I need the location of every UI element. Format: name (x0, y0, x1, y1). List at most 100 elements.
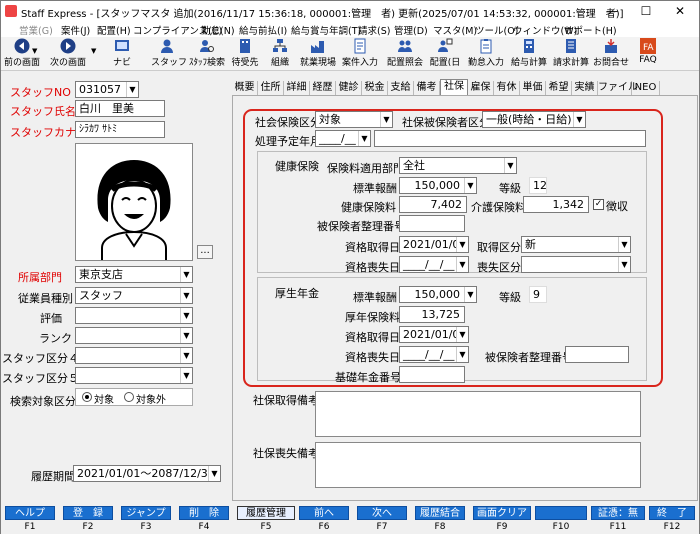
chevron-down-icon[interactable]: ▼ (180, 308, 192, 323)
close-button[interactable]: ✕ (663, 1, 697, 21)
people-icon (398, 40, 412, 52)
factory-icon (311, 41, 324, 53)
staff-no-field[interactable]: 031057 ▼ (75, 81, 139, 98)
tab-employment-insurance[interactable]: 雇保 (468, 81, 494, 95)
tab-overview[interactable]: 概要 (232, 81, 258, 95)
f10-button[interactable] (535, 506, 587, 520)
type-select[interactable]: スタッフ ▼ (75, 287, 193, 304)
photo-browse-button[interactable]: ... (197, 245, 213, 259)
clipboard-icon (480, 39, 492, 54)
rank-select[interactable]: ▼ (75, 327, 193, 344)
tab-social-insurance[interactable]: 社保 (440, 79, 468, 95)
chevron-down-icon[interactable]: ▼ (180, 328, 192, 343)
search-target-off-radio[interactable] (124, 392, 134, 402)
tab-paid-leave[interactable]: 有休 (494, 81, 520, 95)
menu-billing[interactable]: 請求(S) (358, 23, 390, 37)
chevron-down-icon[interactable]: ▼ (180, 267, 192, 282)
next-screen-button[interactable]: 次の画面 (47, 38, 89, 70)
screen-clear-button[interactable]: 画面クリア (473, 506, 531, 520)
tab-address[interactable]: 住所 (258, 81, 284, 95)
next-record-button[interactable]: 次へ (357, 506, 407, 520)
menu-bar: 営業(G) 案件(J) 配置(H) コンプライアンス(C) 勤怠(N) 給与前払… (1, 21, 699, 37)
menu-support[interactable]: サポート(H) (564, 23, 617, 37)
org-button[interactable]: 組織 (267, 38, 293, 70)
f12-label: F12 (663, 522, 681, 532)
app-icon (5, 5, 17, 17)
minimize-button[interactable]: — (595, 1, 629, 21)
shaho-shutoku-biko-textarea[interactable] (315, 391, 641, 437)
staff-name-field[interactable]: 白川 里美 (75, 100, 165, 117)
menu-master[interactable]: マスタ(M) (433, 23, 477, 37)
back-arrow-icon (14, 38, 30, 54)
hire-button[interactable]: 待受先 (229, 38, 261, 70)
navi-button[interactable]: ナビ (109, 38, 135, 70)
menu-assign[interactable]: 配置(H) (97, 23, 131, 37)
menu-payroll[interactable]: 給与賞与年調(T) (291, 23, 361, 37)
delete-button[interactable]: 削 除 (179, 506, 229, 520)
staff-kubun5-select[interactable]: ▼ (75, 367, 193, 384)
mail-inbox-icon (605, 39, 617, 53)
chevron-down-icon[interactable]: ▼ (208, 466, 220, 481)
tab-tax[interactable]: 税金 (362, 81, 388, 95)
dept-select[interactable]: 東京支店 ▼ (75, 266, 193, 283)
staff-kubun5-label: スタッフ区分５ (2, 372, 79, 385)
case-input-button[interactable]: 案件入力 (341, 38, 379, 70)
next-dropdown-icon[interactable]: ▼ (91, 47, 96, 55)
prev-record-button[interactable]: 前へ (299, 506, 349, 520)
f1-label: F1 (24, 522, 36, 532)
maximize-button[interactable]: ☐ (629, 1, 663, 21)
contact-button[interactable]: お問合せ (591, 38, 631, 70)
f9-label: F9 (496, 522, 508, 532)
menu-attendance[interactable]: 勤怠(N) (201, 23, 235, 37)
register-button[interactable]: 登 録 (63, 506, 113, 520)
type-label: 従業員種別 (18, 292, 73, 305)
prev-dropdown-icon[interactable]: ▼ (32, 47, 37, 55)
f11-label: F11 (609, 522, 627, 532)
tab-neo[interactable]: NEO (632, 81, 660, 95)
tab-unit-price[interactable]: 単価 (520, 81, 546, 95)
voucher-button[interactable]: 証憑：無 (591, 506, 645, 520)
f4-label: F4 (198, 522, 210, 532)
attendance-input-button[interactable]: 勤怠入力 (468, 38, 504, 70)
tab-wish[interactable]: 希望 (546, 81, 572, 95)
site-button[interactable]: 就業現場 (299, 38, 337, 70)
assign-day-button[interactable]: 配置(日 (427, 38, 463, 70)
tab-file[interactable]: ファイル (598, 81, 638, 95)
bill-calc-button[interactable]: 請求計算 (551, 38, 591, 70)
tab-payment[interactable]: 支給 (388, 81, 414, 95)
chevron-down-icon[interactable]: ▼ (126, 82, 138, 97)
faq-button[interactable]: FA FAQ (637, 38, 659, 70)
search-target-on-radio[interactable] (82, 392, 92, 402)
history-merge-button[interactable]: 履歴結合 (415, 506, 465, 520)
tab-checkup[interactable]: 健診 (336, 81, 362, 95)
staff-search-button[interactable]: ｽﾀｯﾌ検索 (189, 38, 225, 70)
eval-select[interactable]: ▼ (75, 307, 193, 324)
staff-button[interactable]: スタッフ (151, 38, 187, 70)
staff-kubun4-label: スタッフ区分４ (2, 352, 79, 365)
tab-career[interactable]: 経歴 (310, 81, 336, 95)
staff-kana-label: スタッフカナ (10, 126, 76, 139)
f3-label: F3 (140, 522, 152, 532)
menu-admin[interactable]: 管理(D) (394, 23, 428, 37)
jump-button[interactable]: ジャンプ (121, 506, 171, 520)
pay-calc-button[interactable]: 給与計算 (509, 38, 549, 70)
staff-kana-field[interactable]: ｼﾗｶﾜ ｻﾄﾐ (75, 121, 165, 138)
history-manage-button[interactable]: 履歴管理 (237, 506, 295, 520)
chevron-down-icon[interactable]: ▼ (180, 348, 192, 363)
tab-notes[interactable]: 備考 (414, 81, 440, 95)
chevron-down-icon[interactable]: ▼ (180, 288, 192, 303)
menu-advance[interactable]: 給与前払(I) (239, 23, 287, 37)
dept-label: 所属部門 (18, 271, 62, 284)
menu-sales[interactable]: 営業(G) (19, 23, 53, 37)
shaho-soshitsu-biko-textarea[interactable] (315, 442, 641, 488)
exit-button[interactable]: 終 了 (649, 506, 695, 520)
menu-case[interactable]: 案件(J) (61, 23, 90, 37)
tab-record[interactable]: 実績 (572, 81, 598, 95)
assign-query-button[interactable]: 配置照会 (385, 38, 425, 70)
staff-kubun4-select[interactable]: ▼ (75, 347, 193, 364)
chevron-down-icon[interactable]: ▼ (180, 368, 192, 383)
history-period-select[interactable]: 2021/01/01～2087/12/31 ▼ (73, 465, 221, 482)
help-button[interactable]: ヘルプ (5, 506, 55, 520)
menu-tools[interactable]: ツール(O) (475, 23, 518, 37)
tab-detail[interactable]: 詳細 (284, 81, 310, 95)
